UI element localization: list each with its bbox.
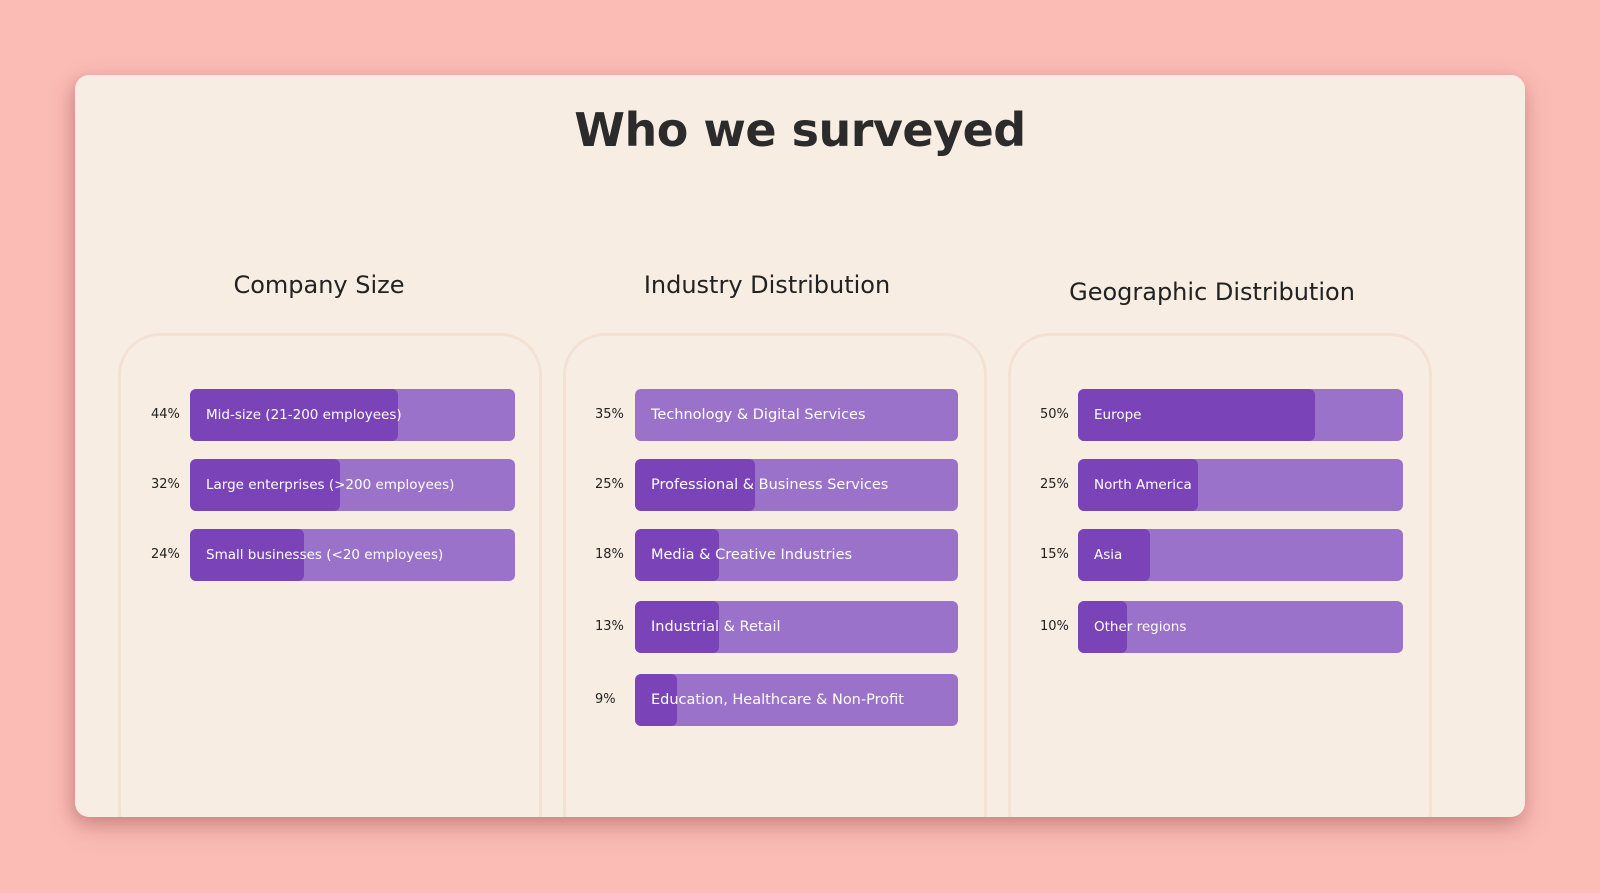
bar-value-label: 9%: [595, 692, 616, 707]
survey-slide: Who we surveyed Company Size 44% Mid-size …: [75, 75, 1525, 817]
bar-category-label: Media & Creative Industries: [651, 547, 853, 563]
bar-track: Asia: [1078, 529, 1403, 581]
bar-track: Technology & Digital Services: [635, 389, 958, 441]
bar-track: Education, Healthcare & Non-Profit: [635, 674, 958, 726]
bar-value-label: 10%: [1040, 619, 1069, 634]
bar-value-label: 15%: [1040, 547, 1069, 562]
bar-category-label: Industrial & Retail: [651, 619, 781, 635]
bar-track: Small businesses (<20 employees): [190, 529, 515, 581]
geographic-distribution-title: Geographic Distribution: [1069, 278, 1355, 306]
bar-track: Other regions: [1078, 601, 1403, 653]
bar-category-label: Professional & Business Services: [651, 477, 889, 493]
bar-category-label: Small businesses (<20 employees): [206, 547, 444, 563]
bar-category-label: North America: [1094, 477, 1192, 493]
bar-value-label: 24%: [151, 547, 180, 562]
bar-value-label: 18%: [595, 547, 624, 562]
bar-track: Media & Creative Industries: [635, 529, 958, 581]
bar-value-label: 25%: [1040, 477, 1069, 492]
bar-category-label: Education, Healthcare & Non-Profit: [651, 692, 904, 708]
bar-category-label: Mid-size (21-200 employees): [206, 407, 402, 423]
bar-category-label: Large enterprises (>200 employees): [206, 477, 455, 493]
company-size-title: Company Size: [233, 271, 405, 299]
bar-track: Mid-size (21-200 employees): [190, 389, 515, 441]
slide-title: Who we surveyed: [574, 103, 1026, 157]
bar-value-label: 35%: [595, 407, 624, 422]
industry-distribution-title: Industry Distribution: [643, 271, 891, 299]
bar-track: Large enterprises (>200 employees): [190, 459, 515, 511]
bar-category-label: Technology & Digital Services: [651, 407, 866, 423]
bar-track: Europe: [1078, 389, 1403, 441]
bar-track: North America: [1078, 459, 1403, 511]
bar-track: Industrial & Retail: [635, 601, 958, 653]
bar-value-label: 50%: [1040, 407, 1069, 422]
bar-category-label: Other regions: [1094, 619, 1187, 635]
bar-value-label: 13%: [595, 619, 624, 634]
bar-value-label: 25%: [595, 477, 624, 492]
bar-category-label: Europe: [1094, 407, 1142, 423]
bar-category-label: Asia: [1094, 547, 1123, 563]
bar-track: Professional & Business Services: [635, 459, 958, 511]
bar-value-label: 32%: [151, 477, 180, 492]
bar-value-label: 44%: [151, 407, 180, 422]
